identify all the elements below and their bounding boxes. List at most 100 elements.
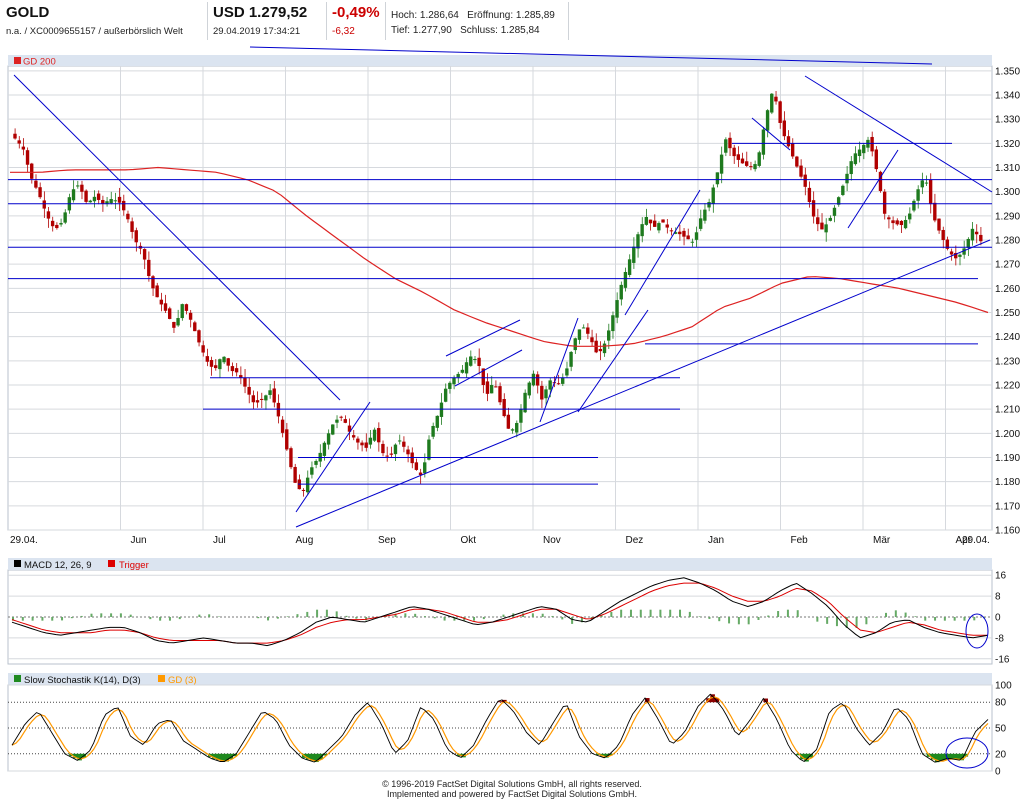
candle-body	[76, 185, 80, 187]
macd-histogram-bar	[816, 617, 819, 622]
candle-body	[648, 219, 653, 224]
macd-y-tick-label: 0	[995, 613, 1001, 624]
candle-body	[799, 165, 803, 177]
candle-body	[682, 230, 686, 237]
candle-body	[464, 362, 469, 374]
candle-body	[213, 365, 218, 369]
candle-body	[226, 358, 230, 366]
price-y-tick-label: 1.160	[995, 526, 1020, 537]
price-x-tick-label: 29.04.	[962, 535, 990, 546]
candle-body	[941, 229, 945, 240]
candle-body	[753, 164, 757, 170]
candle-body	[84, 190, 88, 202]
macd-histogram-bar	[335, 611, 338, 617]
candle-body	[908, 213, 912, 220]
candle-body	[707, 202, 711, 208]
macd-histogram-bar	[934, 617, 937, 621]
candle-body	[259, 398, 264, 400]
price-y-tick-label: 1.330	[995, 115, 1020, 126]
macd-histogram-bar	[482, 617, 485, 620]
candle-body	[331, 424, 335, 435]
macd-histogram-bar	[325, 609, 328, 617]
stoch-y-tick-label: 80	[995, 698, 1007, 709]
price-plot-area	[7, 65, 993, 531]
price-x-tick-label: Aug	[296, 535, 314, 546]
macd-histogram-bar	[198, 614, 201, 617]
candle-body	[155, 285, 159, 298]
candle-body	[305, 477, 310, 493]
macd-histogram-bar	[531, 613, 534, 617]
macd-histogram-bar	[168, 617, 171, 621]
candle-body	[372, 429, 377, 441]
candle-body	[607, 330, 611, 341]
price-y-tick-label: 1.290	[995, 211, 1020, 222]
macd-histogram-bar	[688, 611, 691, 617]
candle-body	[122, 200, 126, 211]
candle-body	[807, 187, 812, 203]
candle-body	[96, 193, 101, 200]
macd-histogram-bar	[826, 617, 829, 624]
candle-body	[502, 399, 506, 417]
candle-body	[402, 441, 406, 447]
macd-histogram-bar	[786, 609, 789, 617]
candle-body	[711, 187, 715, 204]
candle-body	[920, 180, 924, 188]
candle-body	[615, 300, 619, 318]
candle-body	[38, 187, 42, 198]
candle-body	[719, 154, 724, 174]
candle-body	[222, 356, 226, 363]
candle-body	[581, 327, 586, 329]
candle-body	[832, 207, 837, 216]
candle-body	[335, 419, 339, 423]
macd-histogram-bar	[571, 617, 574, 624]
macd-histogram-bar	[796, 610, 799, 617]
macd-histogram-bar	[963, 617, 966, 621]
price-y-tick-label: 1.260	[995, 284, 1020, 295]
macd-histogram-bar	[835, 617, 838, 627]
price-x-tick-label: Mär	[873, 535, 891, 546]
gd200-legend-swatch	[14, 57, 21, 64]
candle-body	[494, 386, 498, 388]
candle-body	[130, 221, 134, 232]
stoch-y-tick-label: 0	[995, 767, 1001, 778]
candle-body	[322, 442, 327, 456]
candle-body	[25, 150, 30, 165]
candle-body	[489, 385, 494, 394]
candle-body	[870, 136, 874, 152]
candle-body	[293, 466, 297, 483]
candle-body	[519, 409, 523, 423]
macd-histogram-bar	[345, 615, 348, 617]
macd-histogram-bar	[100, 613, 103, 617]
candle-body	[527, 382, 531, 396]
macd-histogram-bar	[708, 617, 711, 619]
candle-body	[59, 222, 63, 225]
price-y-tick-label: 1.320	[995, 139, 1020, 150]
candle-body	[652, 220, 657, 227]
candle-body	[531, 373, 536, 386]
macd-y-tick-label: 8	[995, 592, 1001, 603]
macd-histogram-bar	[80, 615, 83, 617]
candle-body	[590, 337, 594, 343]
macd-histogram-bar	[355, 617, 358, 619]
candle-body	[740, 158, 745, 164]
candle-body	[272, 388, 276, 403]
candle-body	[326, 433, 331, 445]
candle-body	[456, 373, 460, 378]
candle-body	[397, 440, 402, 442]
price-y-tick-label: 1.240	[995, 332, 1020, 343]
candle-body	[188, 312, 193, 320]
candle-body	[778, 101, 782, 123]
candle-body	[811, 200, 816, 217]
macd-histogram-bar	[61, 617, 64, 621]
price-x-tick-label: Jan	[708, 535, 724, 546]
candle-body	[895, 220, 899, 225]
candle-body	[903, 219, 908, 229]
macd-histogram-bar	[316, 609, 319, 617]
candle-body	[958, 254, 962, 257]
macd-histogram-bar	[21, 617, 24, 621]
candle-body	[728, 137, 732, 149]
macd-histogram-bar	[757, 617, 760, 620]
candle-body	[289, 448, 293, 468]
candle-body	[623, 271, 628, 288]
candle-body	[435, 415, 439, 428]
